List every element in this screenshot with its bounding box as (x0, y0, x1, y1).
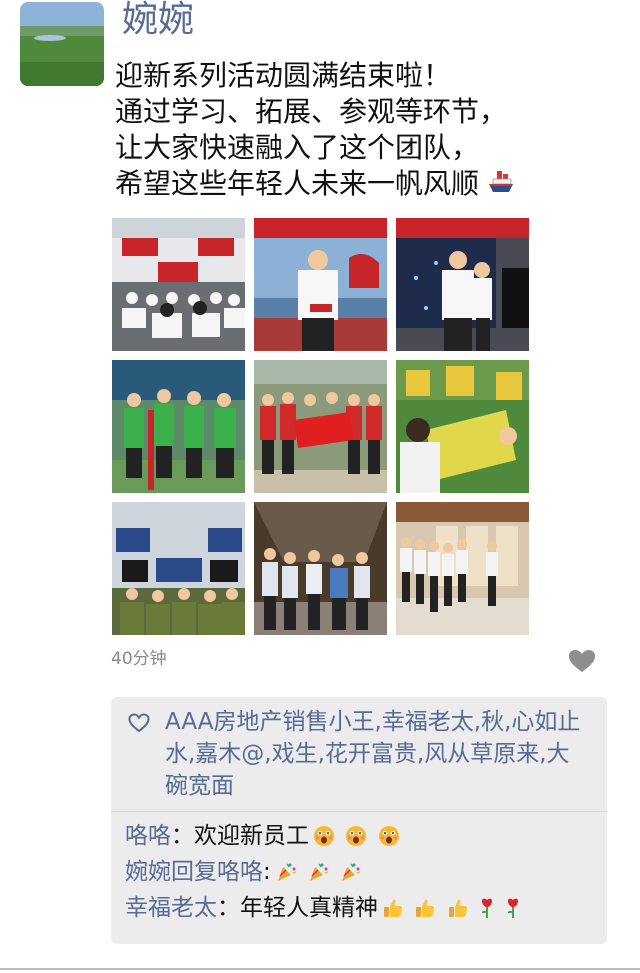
astonished-face-icon (378, 826, 399, 846)
comment-author[interactable]: 婉婉回复咯咯 (125, 859, 263, 885)
photo-thumbnail[interactable] (112, 218, 245, 351)
thumbs-up-icon (448, 899, 467, 917)
rose-icon (481, 898, 492, 918)
post-time: 40分钟 (111, 649, 167, 669)
post-text-line-content: 希望这些年轻人未来一帆风顺 (115, 167, 480, 200)
post-text-line: 希望这些年轻人未来一帆风顺 (115, 166, 615, 204)
photo-thumbnail[interactable] (112, 502, 245, 635)
author-name[interactable]: 婉婉 (122, 0, 194, 42)
thumbs-up-icon (416, 899, 435, 917)
landscape-avatar-image (20, 2, 104, 86)
party-popper-icon (342, 863, 361, 881)
photo-thumbnail[interactable] (254, 502, 387, 635)
astonished-face-icon (314, 826, 334, 846)
party-popper-icon (310, 863, 329, 881)
comment-separator: ： (217, 895, 240, 921)
photo-thumbnail[interactable] (254, 360, 387, 493)
post-text-line: 迎新系列活动圆满结束啦！ (115, 59, 452, 92)
bottom-divider (0, 968, 640, 970)
comment-separator: : (263, 859, 271, 885)
comment-item[interactable]: 咯咯：欢迎新员工 (125, 819, 403, 857)
comment-author[interactable]: 幸福老太 (125, 895, 217, 921)
astonished-face-icon (346, 826, 367, 846)
post-text: 迎新系列活动圆满结束啦！ 通过学习、拓展、参观等环节， 让大家快速融入了这个团队… (115, 58, 615, 204)
comment-author[interactable]: 咯咯 (125, 823, 171, 849)
comment-item[interactable]: 婉婉回复咯咯: (125, 855, 364, 893)
divider (111, 811, 607, 812)
ship-icon (487, 168, 515, 204)
photo-thumbnail[interactable] (254, 218, 387, 351)
comment-emojis (382, 895, 524, 929)
likes-section: AAA房地产销售小王,幸福老太,秋,心如止水,嘉木@,戏生,花开富贵,风从草原来… (111, 697, 607, 811)
likes-names[interactable]: AAA房地产销售小王,幸福老太,秋,心如止水,嘉木@,戏生,花开富贵,风从草原来… (165, 706, 585, 802)
heart-outline-icon (127, 711, 151, 735)
photo-grid (112, 218, 529, 635)
comment-item[interactable]: 幸福老太：年轻人真精神 (125, 891, 524, 929)
photo-thumbnail[interactable] (396, 218, 529, 351)
interaction-panel: AAA房地产销售小王,幸福老太,秋,心如止水,嘉木@,戏生,花开富贵,风从草原来… (111, 697, 607, 944)
heart-more-icon[interactable] (567, 648, 597, 674)
rose-icon (508, 898, 519, 918)
party-popper-icon (277, 863, 296, 881)
comment-emojis (313, 823, 403, 857)
comment-text: 欢迎新员工 (194, 823, 309, 849)
thumbs-up-icon (384, 899, 403, 917)
comment-separator: ： (171, 823, 194, 849)
post-text-line: 让大家快速融入了这个团队， (115, 131, 480, 164)
comment-emojis (275, 859, 365, 893)
photo-thumbnail[interactable] (112, 360, 245, 493)
photo-thumbnail[interactable] (396, 360, 529, 493)
comment-text: 年轻人真精神 (240, 895, 378, 921)
post-text-line: 通过学习、拓展、参观等环节， (115, 95, 508, 128)
avatar[interactable] (20, 2, 104, 86)
photo-thumbnail[interactable] (396, 502, 529, 635)
